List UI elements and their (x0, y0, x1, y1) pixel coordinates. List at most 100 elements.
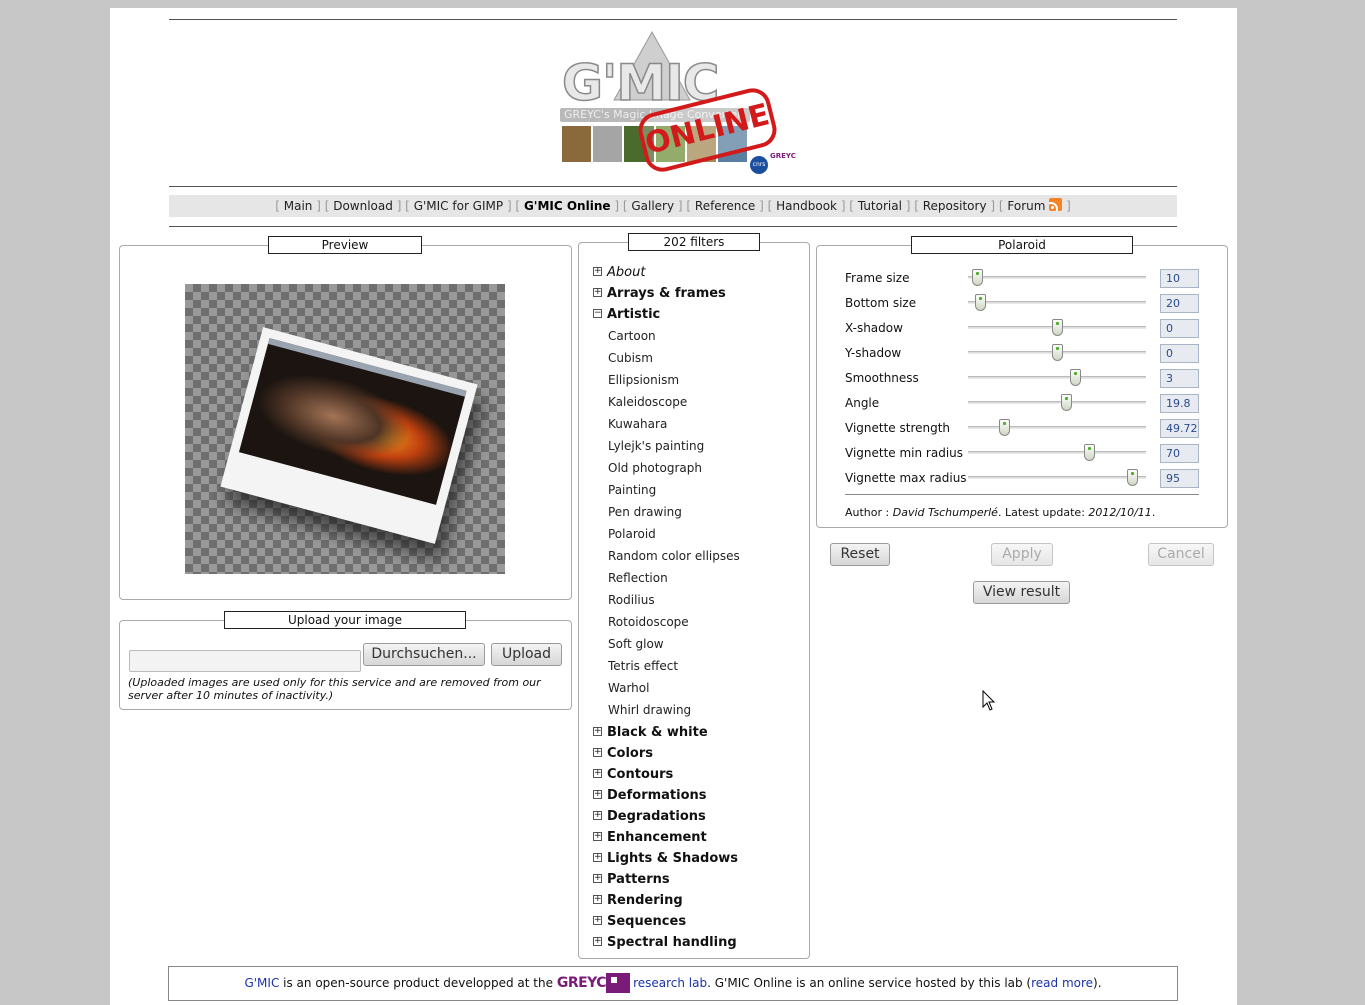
filter-category[interactable]: Degradations (607, 809, 706, 825)
apply-button[interactable]: Apply (991, 543, 1053, 566)
expand-category-icon[interactable]: + (593, 790, 602, 799)
filter-item[interactable]: Kuwahara (608, 416, 667, 432)
filter-item[interactable]: Soft glow (608, 636, 664, 652)
file-path-input[interactable] (129, 650, 361, 672)
param-label: Frame size (845, 271, 910, 285)
filter-category[interactable]: Deformations (607, 788, 707, 804)
filter-item[interactable]: Tetris effect (608, 658, 678, 674)
expand-category-icon[interactable]: + (593, 832, 602, 841)
param-value-input[interactable]: 49.725 (1160, 419, 1199, 438)
filter-item[interactable]: Painting (608, 482, 656, 498)
filter-category[interactable]: Rendering (607, 893, 683, 909)
footer: G'MIC is an open-source product developp… (168, 966, 1178, 1001)
param-slider-handle[interactable] (975, 294, 987, 311)
expand-category-icon[interactable]: + (593, 288, 602, 297)
filter-item[interactable]: Old photograph (608, 460, 702, 476)
filter-category[interactable]: Black & white (607, 725, 708, 741)
nav-gmic-online[interactable]: G'MIC Online (524, 199, 611, 213)
filter-item[interactable]: Random color ellipses (608, 548, 740, 564)
param-slider-handle[interactable] (1052, 319, 1063, 336)
upload-legend: Upload your image (224, 611, 466, 629)
param-value-input[interactable]: 3 (1160, 369, 1199, 388)
filter-item[interactable]: Whirl drawing (608, 702, 691, 718)
param-slider-handle[interactable] (1069, 369, 1081, 386)
filter-category-artistic[interactable]: Artistic (607, 307, 660, 323)
nav-reference[interactable]: Reference (695, 199, 755, 213)
collapse-artistic-icon[interactable]: − (593, 309, 602, 318)
param-slider-handle[interactable] (1126, 469, 1138, 486)
nav-download[interactable]: Download (333, 199, 393, 213)
page: G'MIC GREYC's Magic Image Converter ONLI… (110, 8, 1237, 1005)
footer-read-more-link[interactable]: read more (1031, 976, 1093, 990)
expand-category-icon[interactable]: + (593, 853, 602, 862)
rss-icon[interactable] (1049, 198, 1063, 211)
expand-category-icon[interactable]: + (593, 937, 602, 946)
param-slider-handle[interactable] (1084, 444, 1096, 461)
nav-bottom-divider (169, 226, 1177, 227)
filter-item[interactable]: Rodilius (608, 592, 655, 608)
param-slider-track[interactable] (968, 376, 1146, 379)
upload-button[interactable]: Upload (491, 643, 562, 666)
filter-item[interactable]: Cartoon (608, 328, 656, 344)
param-value-input[interactable]: 10 (1160, 269, 1199, 288)
nav-forum[interactable]: Forum (1007, 199, 1045, 213)
param-value-input[interactable]: 0 (1160, 344, 1199, 363)
filter-category[interactable]: Enhancement (607, 830, 707, 846)
expand-category-icon[interactable]: + (593, 811, 602, 820)
filter-category[interactable]: Lights & Shadows (607, 851, 738, 867)
param-slider-handle[interactable] (1052, 344, 1063, 361)
param-value-input[interactable]: 0 (1160, 319, 1199, 338)
footer-research-lab-link[interactable]: research lab (633, 976, 707, 990)
param-value-input[interactable]: 19.8 (1160, 394, 1199, 413)
filter-item[interactable]: Lylejk's painting (608, 438, 704, 454)
expand-about-icon[interactable]: + (593, 267, 602, 276)
footer-gmic-link[interactable]: G'MIC (244, 976, 279, 990)
nav-gallery[interactable]: Gallery (631, 199, 674, 213)
nav-main[interactable]: Main (284, 199, 313, 213)
expand-category-icon[interactable]: + (593, 769, 602, 778)
filter-item[interactable]: Cubism (608, 350, 653, 366)
filter-category[interactable]: Patterns (607, 872, 670, 888)
reset-button[interactable]: Reset (830, 543, 890, 566)
filter-item[interactable]: Pen drawing (608, 504, 682, 520)
filter-item[interactable]: Ellipsionism (608, 372, 679, 388)
expand-category-icon[interactable]: + (593, 748, 602, 757)
param-slider-track[interactable] (968, 476, 1146, 479)
browse-button[interactable]: Durchsuchen... (363, 643, 485, 666)
view-result-button[interactable]: View result (973, 581, 1070, 604)
filter-category-about[interactable]: About (607, 265, 645, 281)
param-slider-handle[interactable] (1060, 394, 1072, 411)
filter-category[interactable]: Arrays & frames (607, 286, 726, 302)
expand-category-icon[interactable]: + (593, 874, 602, 883)
param-slider-handle[interactable] (971, 269, 983, 286)
expand-category-icon[interactable]: + (593, 895, 602, 904)
filter-item[interactable]: Reflection (608, 570, 668, 586)
param-slider-handle[interactable] (998, 419, 1010, 436)
nav-tutorial[interactable]: Tutorial (858, 199, 902, 213)
filter-category[interactable]: Contours (607, 767, 673, 783)
param-value-input[interactable]: 70 (1160, 444, 1199, 463)
param-value-input[interactable]: 20 (1160, 294, 1199, 313)
nav-gmic-for-gimp[interactable]: G'MIC for GIMP (414, 199, 503, 213)
expand-category-icon[interactable]: + (593, 727, 602, 736)
nav-handbook[interactable]: Handbook (776, 199, 837, 213)
filter-category[interactable]: Sequences (607, 914, 686, 930)
nav-repository[interactable]: Repository (923, 199, 987, 213)
param-slider-track[interactable] (968, 301, 1146, 304)
author-line: Author : David Tschumperlé. Latest updat… (845, 506, 1155, 519)
param-slider-track[interactable] (968, 276, 1146, 279)
filter-category[interactable]: Spectral handling (607, 935, 737, 951)
filter-item[interactable]: Warhol (608, 680, 649, 696)
filter-item[interactable]: Rotoidoscope (608, 614, 689, 630)
param-slider-track[interactable] (968, 451, 1146, 454)
param-value-input[interactable]: 95 (1160, 469, 1199, 488)
param-slider-track[interactable] (968, 426, 1146, 429)
filter-category[interactable]: Colors (607, 746, 653, 762)
filter-item[interactable]: Kaleidoscope (608, 394, 687, 410)
update-date: 2012/10/11 (1088, 506, 1152, 519)
filter-item[interactable]: Polaroid (608, 526, 656, 542)
cancel-button[interactable]: Cancel (1148, 543, 1214, 566)
param-slider-track[interactable] (968, 401, 1146, 404)
expand-category-icon[interactable]: + (593, 916, 602, 925)
footer-greyc-logo[interactable]: GREYC (557, 967, 633, 1000)
